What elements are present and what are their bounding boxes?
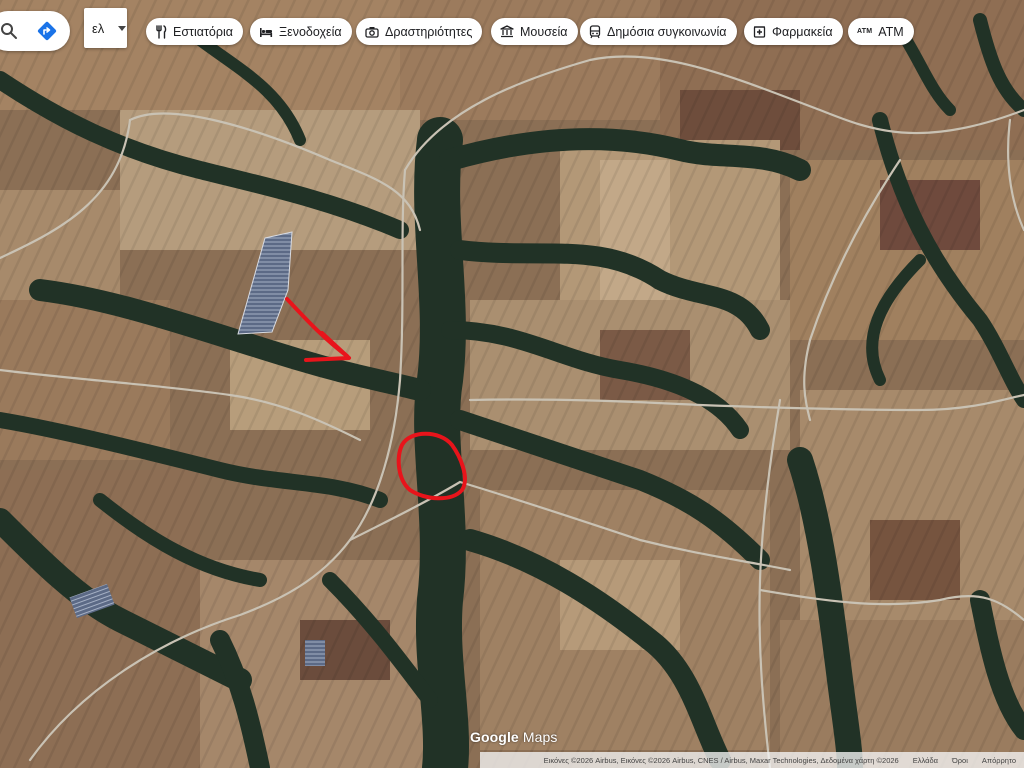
country-label[interactable]: Ελλάδα xyxy=(913,756,938,765)
search-box[interactable] xyxy=(0,11,70,51)
category-chip-label: ATM xyxy=(878,24,904,39)
google-maps-logo: Google Maps xyxy=(470,729,557,745)
category-chip-activities[interactable]: Δραστηριότητες xyxy=(356,18,483,45)
museum-icon xyxy=(500,25,514,38)
category-chip-public-transit[interactable]: Δημόσια συγκοινωνία xyxy=(580,18,737,45)
terms-link[interactable]: Όροι xyxy=(952,756,968,765)
camera-icon xyxy=(365,26,379,38)
google-logo-text: Google xyxy=(470,729,519,745)
hotel-icon xyxy=(260,27,273,37)
category-chip-label: Δραστηριότητες xyxy=(385,24,473,39)
directions-icon[interactable] xyxy=(36,20,58,42)
language-selector-value: ελ xyxy=(92,20,105,36)
category-chip-museums[interactable]: Μουσεία xyxy=(491,18,578,45)
category-chip-restaurants[interactable]: Εστιατόρια xyxy=(146,18,243,45)
maps-logo-text: Maps xyxy=(522,729,558,745)
category-chip-label: Μουσεία xyxy=(520,24,568,39)
satellite-map[interactable] xyxy=(0,0,1024,768)
transit-icon xyxy=(589,24,601,38)
map-attribution-bar: Εικόνες ©2026 Airbus, Εικόνες ©2026 Airb… xyxy=(480,752,1024,768)
privacy-link[interactable]: Απόρρητο xyxy=(982,756,1016,765)
category-chip-label: Ξενοδοχεία xyxy=(279,24,342,39)
category-chip-label: Εστιατόρια xyxy=(173,24,233,39)
category-chip-pharmacies[interactable]: Φαρμακεία xyxy=(744,18,843,45)
imagery-attribution: Εικόνες ©2026 Airbus, Εικόνες ©2026 Airb… xyxy=(543,755,899,765)
search-icon[interactable] xyxy=(0,22,18,40)
restaurant-icon xyxy=(156,24,167,39)
category-chip-label: Φαρμακεία xyxy=(772,24,833,39)
category-chip-label: Δημόσια συγκοινωνία xyxy=(607,24,727,39)
language-selector[interactable]: ελ xyxy=(84,8,127,48)
pharmacy-icon xyxy=(753,26,766,38)
category-chip-hotels[interactable]: Ξενοδοχεία xyxy=(250,18,352,45)
atm-icon: ATM xyxy=(857,28,873,35)
chevron-down-icon xyxy=(118,25,126,31)
category-chip-atm[interactable]: ATM ATM xyxy=(848,18,914,45)
